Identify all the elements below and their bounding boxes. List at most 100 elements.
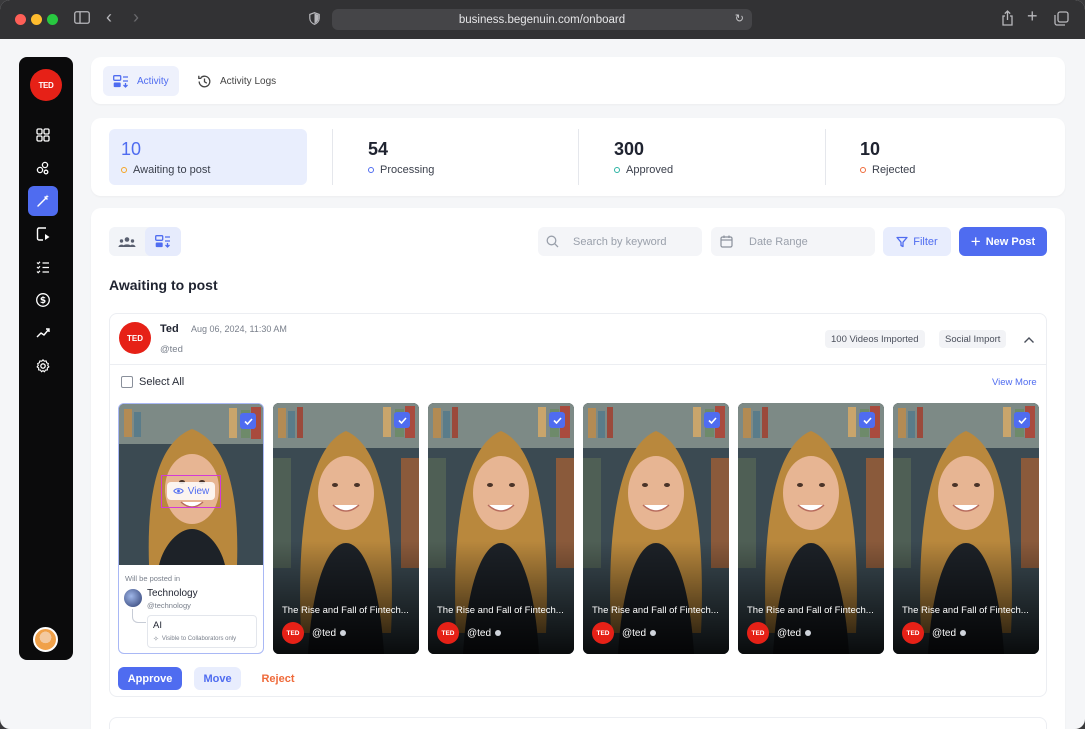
sub-community-name: AI (153, 620, 162, 631)
stat-rejected-label: Rejected (860, 164, 915, 176)
search-icon (546, 235, 559, 248)
video-thumbnail: View (119, 404, 263, 565)
video-thumbnail-image (583, 403, 729, 654)
video-checkbox[interactable] (394, 412, 410, 428)
filter-icon (896, 236, 908, 247)
stat-awaiting-value: 10 (121, 139, 142, 159)
privacy-shield-icon[interactable] (309, 12, 320, 28)
videos-imported-chip: 100 Videos Imported (825, 330, 925, 348)
channel-avatar: TED (282, 622, 304, 644)
user-avatar[interactable] (33, 627, 58, 652)
video-title: The Rise and Fall of Fintech... (282, 605, 409, 616)
verified-icon (650, 630, 657, 636)
post-date: Aug 06, 2024, 11:30 AM (191, 324, 287, 334)
community-handle: @technology (147, 601, 191, 610)
select-all-checkbox[interactable] (121, 376, 133, 388)
svg-text:$: $ (40, 296, 46, 306)
channel-avatar: TED (437, 622, 459, 644)
stat-awaiting[interactable]: 10 Awaiting to post (109, 129, 307, 185)
video-checkbox[interactable] (549, 412, 565, 428)
select-all-label: Select All (139, 376, 185, 388)
video-thumbnail-image (893, 403, 1039, 654)
calendar-icon (720, 235, 733, 248)
approve-button[interactable]: Approve (118, 667, 182, 690)
stat-processing-label: Processing (368, 164, 434, 176)
share-icon[interactable] (1001, 10, 1014, 29)
video-card[interactable]: The Rise and Fall of Fintech... TED @ted (893, 403, 1039, 654)
group-view-button[interactable] (109, 227, 145, 256)
stat-approved-label: Approved (614, 164, 673, 176)
stat-processing[interactable]: 54 Processing (356, 129, 556, 185)
list-view-button[interactable] (145, 227, 181, 256)
view-more-link[interactable]: View More (992, 377, 1037, 388)
stat-approved[interactable]: 300 Approved (602, 129, 802, 185)
video-checkbox[interactable] (1014, 412, 1030, 428)
view-button[interactable]: View (167, 482, 215, 500)
video-play-icon[interactable] (28, 219, 58, 249)
address-bar-url: business.begenuin.com/onboard (458, 13, 626, 26)
will-be-posted-label: Will be posted in (125, 574, 181, 583)
tab-activity-logs-label: Activity Logs (220, 75, 277, 87)
users-group-icon (118, 236, 136, 247)
filter-button[interactable]: Filter (883, 227, 951, 256)
forward-icon[interactable]: › (133, 8, 139, 26)
address-bar[interactable]: business.begenuin.com/onboard ↻ (332, 9, 752, 30)
ted-logo[interactable]: TED (30, 69, 62, 101)
analytics-icon[interactable] (28, 318, 58, 348)
video-card[interactable]: The Rise and Fall of Fintech... TED @ted (428, 403, 574, 654)
reject-button[interactable]: Reject (253, 667, 303, 690)
new-tab-icon[interactable]: + (1027, 7, 1038, 25)
view-toggle (109, 227, 181, 256)
video-handle: @ted (932, 627, 957, 639)
video-author: TED @ted (282, 622, 347, 644)
video-checkbox[interactable] (859, 412, 875, 428)
maximize-window-button[interactable] (47, 14, 58, 25)
video-card[interactable]: The Rise and Fall of Fintech... TED @ted (583, 403, 729, 654)
tab-overview-icon[interactable] (1054, 11, 1069, 29)
sub-community-card[interactable]: AI ✧ Visible to Collaborators only (147, 615, 257, 648)
plus-icon: + (970, 231, 981, 251)
sidebar-toggle-icon[interactable] (74, 11, 90, 27)
magic-pen-icon[interactable] (28, 186, 58, 216)
communities-icon[interactable] (28, 153, 58, 183)
video-handle: @ted (622, 627, 647, 639)
video-handle: @ted (777, 627, 802, 639)
video-checkbox[interactable] (240, 413, 256, 429)
tab-activity[interactable]: Activity (103, 66, 179, 96)
chevron-up-icon[interactable] (1023, 331, 1037, 345)
verified-icon (960, 630, 967, 636)
author-handle: @ted (160, 344, 183, 355)
video-card[interactable]: The Rise and Fall of Fintech... TED @ted (738, 403, 884, 654)
video-card[interactable]: The Rise and Fall of Fintech... TED @ted (273, 403, 419, 654)
visibility-icon: ✧ (153, 636, 159, 643)
video-card[interactable]: View Will be posted in Technology @techn… (118, 403, 264, 654)
author-avatar[interactable]: TED (119, 322, 151, 354)
date-range-input[interactable]: Date Range (711, 227, 875, 256)
dollar-icon[interactable]: $ (28, 285, 58, 315)
move-button[interactable]: Move (194, 667, 241, 690)
stat-rejected-value: 10 (860, 139, 881, 159)
search-placeholder: Search by keyword (573, 235, 667, 248)
filter-label: Filter (913, 235, 938, 248)
dashboard-icon[interactable] (28, 120, 58, 150)
eye-icon (172, 488, 184, 494)
video-title: The Rise and Fall of Fintech... (902, 605, 1029, 616)
search-input[interactable]: Search by keyword (538, 227, 702, 256)
video-author: TED @ted (437, 622, 502, 644)
verified-icon (495, 630, 502, 636)
minimize-window-button[interactable] (31, 14, 42, 25)
settings-icon[interactable] (28, 351, 58, 381)
checklist-icon[interactable] (28, 252, 58, 282)
next-post-group-card (109, 717, 1047, 729)
stat-rejected[interactable]: 10 Rejected (848, 129, 1048, 185)
channel-avatar: TED (747, 622, 769, 644)
video-checkbox[interactable] (704, 412, 720, 428)
close-window-button[interactable] (15, 14, 26, 25)
tab-activity-logs[interactable]: Activity Logs (187, 66, 286, 96)
activity-icon (113, 74, 128, 88)
back-icon[interactable]: ‹ (106, 8, 112, 26)
reload-icon[interactable]: ↻ (735, 12, 744, 25)
new-post-button[interactable]: + New Post (959, 227, 1047, 256)
video-thumbnail-image (428, 403, 574, 654)
date-range-placeholder: Date Range (749, 235, 808, 248)
